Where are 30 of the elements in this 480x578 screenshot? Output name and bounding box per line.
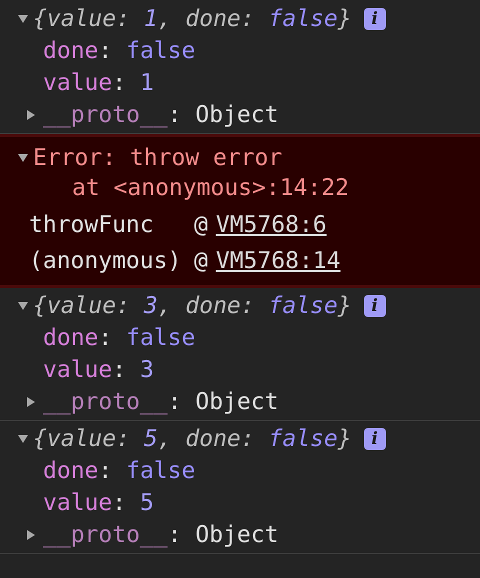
info-icon[interactable]: i xyxy=(364,428,386,450)
expand-triangle-icon[interactable] xyxy=(25,109,37,121)
stack-frame-function: (anonymous) xyxy=(29,247,182,276)
expand-triangle-icon[interactable] xyxy=(25,529,37,541)
info-icon[interactable]: i xyxy=(364,295,386,317)
source-link[interactable]: VM5768:14 xyxy=(216,243,340,279)
source-link[interactable]: VM5768:6 xyxy=(216,207,327,243)
stack-frame-function: throwFunc xyxy=(29,211,155,240)
expand-triangle-icon[interactable] xyxy=(17,13,29,25)
object-property: done: false xyxy=(42,457,196,486)
prototype-property[interactable]: __proto__: Object xyxy=(43,98,278,132)
expand-triangle-icon[interactable] xyxy=(25,396,37,408)
info-icon[interactable]: i xyxy=(364,8,386,30)
object-preview[interactable]: {value: 5, done: false} xyxy=(33,422,352,456)
expand-triangle-icon[interactable] xyxy=(17,300,29,312)
object-property: done: false xyxy=(42,37,196,66)
error-message: Error: throw error xyxy=(33,144,282,173)
prototype-property[interactable]: __proto__: Object xyxy=(43,384,278,420)
prototype-property[interactable]: __proto__: Object xyxy=(43,518,278,552)
object-property: value: 1 xyxy=(42,69,155,98)
at-sign: @ xyxy=(194,247,209,276)
object-property: done: false xyxy=(42,324,196,353)
object-preview[interactable]: {value: 3, done: false} xyxy=(33,288,352,324)
at-sign: @ xyxy=(194,211,209,240)
object-preview[interactable]: {value: 1, done: false} xyxy=(33,2,352,36)
object-property: value: 5 xyxy=(42,489,155,518)
expand-triangle-icon[interactable] xyxy=(17,152,29,164)
error-location: at <anonymous>:14:22 xyxy=(72,175,349,201)
object-property: value: 3 xyxy=(42,356,155,385)
expand-triangle-icon[interactable] xyxy=(17,433,29,445)
